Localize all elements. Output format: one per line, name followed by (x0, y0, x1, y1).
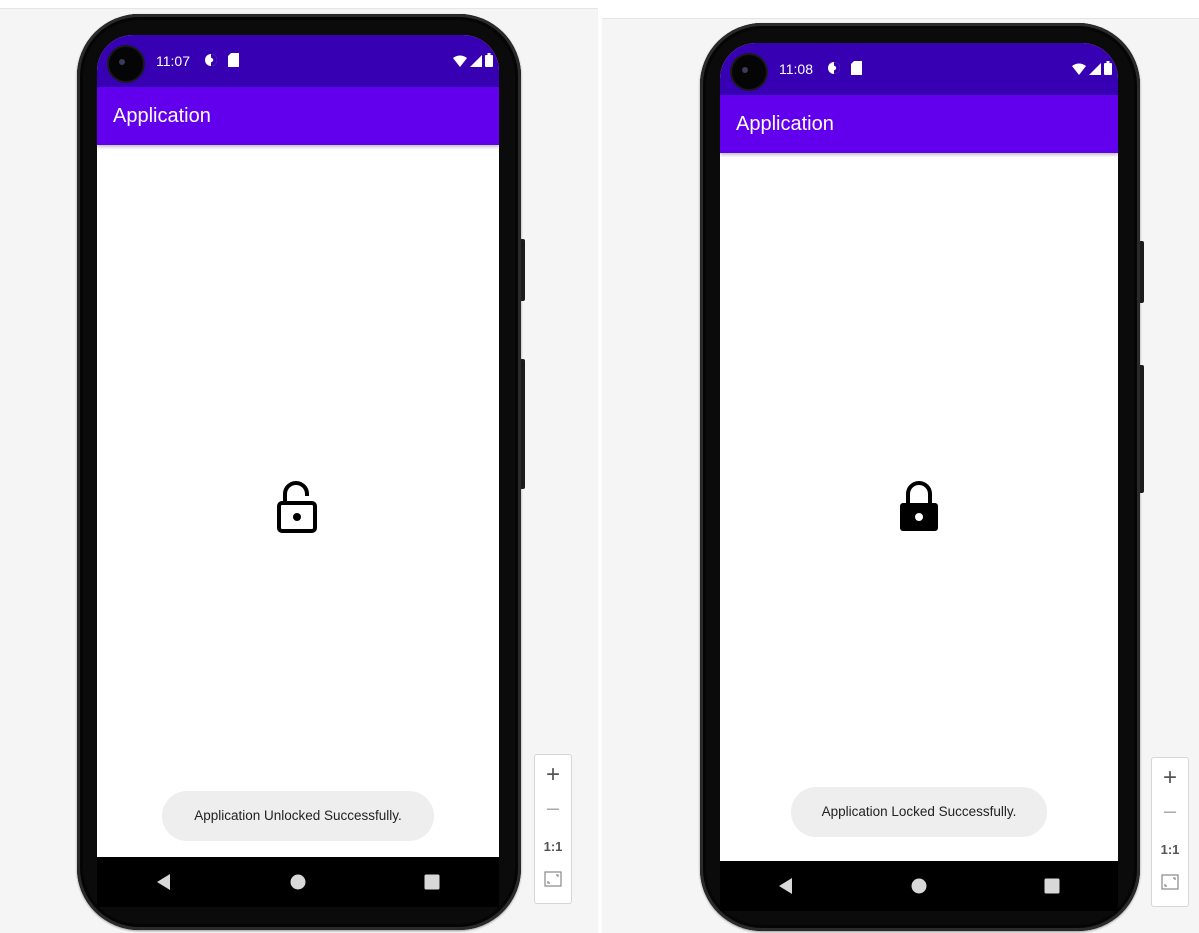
battery-icon (1104, 61, 1112, 80)
zoom-controls: + – 1:1 (534, 754, 572, 904)
app-title: Application (736, 113, 834, 135)
status-bar: 11:08 (720, 43, 1118, 95)
emulator-panel-left: 11:07 Application Application Unlocked S… (0, 8, 598, 933)
cell-signal-icon (470, 54, 482, 72)
actual-size-button[interactable]: 1:1 (535, 839, 571, 854)
battery-icon (485, 53, 493, 72)
zoom-out-button[interactable]: – (535, 795, 571, 821)
status-bar: 11:07 (97, 35, 499, 87)
phone-screen-left: 11:07 Application Application Unlocked S… (97, 35, 499, 857)
camera-cutout (109, 47, 143, 81)
toast-message: Application Unlocked Successfully. (162, 791, 434, 841)
cell-signal-icon (1089, 62, 1101, 80)
recents-icon[interactable] (412, 862, 452, 902)
toast-message: Application Locked Successfully. (791, 787, 1047, 837)
fit-screen-icon[interactable] (535, 871, 571, 892)
sd-card-icon (851, 61, 862, 80)
camera-cutout (732, 55, 766, 89)
volume-button-left[interactable] (521, 239, 525, 301)
app-bar: Application (97, 87, 499, 145)
system-nav-bar (720, 861, 1118, 911)
wifi-icon (1072, 62, 1086, 80)
status-time: 11:07 (156, 53, 190, 69)
zoom-controls: + – 1:1 (1151, 757, 1189, 907)
home-icon[interactable] (278, 862, 318, 902)
wifi-icon (453, 54, 467, 72)
recents-icon[interactable] (1032, 866, 1072, 906)
phone-screen-right: 11:08 Application Application Locked Suc… (720, 43, 1118, 861)
system-nav-bar (97, 857, 499, 907)
zoom-in-button[interactable]: + (1152, 764, 1188, 792)
back-icon[interactable] (144, 862, 184, 902)
zoom-in-button[interactable]: + (535, 761, 571, 789)
notification-icon (827, 61, 841, 80)
signal-icons (1072, 61, 1112, 80)
app-title: Application (113, 105, 211, 127)
status-time: 11:08 (779, 61, 813, 77)
power-button-right[interactable] (1140, 365, 1144, 493)
volume-button-right[interactable] (1140, 241, 1144, 303)
home-icon[interactable] (899, 866, 939, 906)
back-icon[interactable] (766, 866, 806, 906)
app-bar: Application (720, 95, 1118, 153)
signal-icons (453, 53, 493, 72)
fit-screen-icon[interactable] (1152, 874, 1188, 895)
emulator-panel-right: 11:08 Application Application Locked Suc… (602, 18, 1199, 933)
sd-card-icon (228, 53, 239, 72)
power-button-left[interactable] (521, 359, 525, 489)
lock-open-icon[interactable] (274, 479, 322, 537)
actual-size-button[interactable]: 1:1 (1152, 842, 1188, 857)
notification-icon (204, 53, 218, 72)
lock-icon[interactable] (895, 477, 943, 535)
zoom-out-button[interactable]: – (1152, 798, 1188, 824)
